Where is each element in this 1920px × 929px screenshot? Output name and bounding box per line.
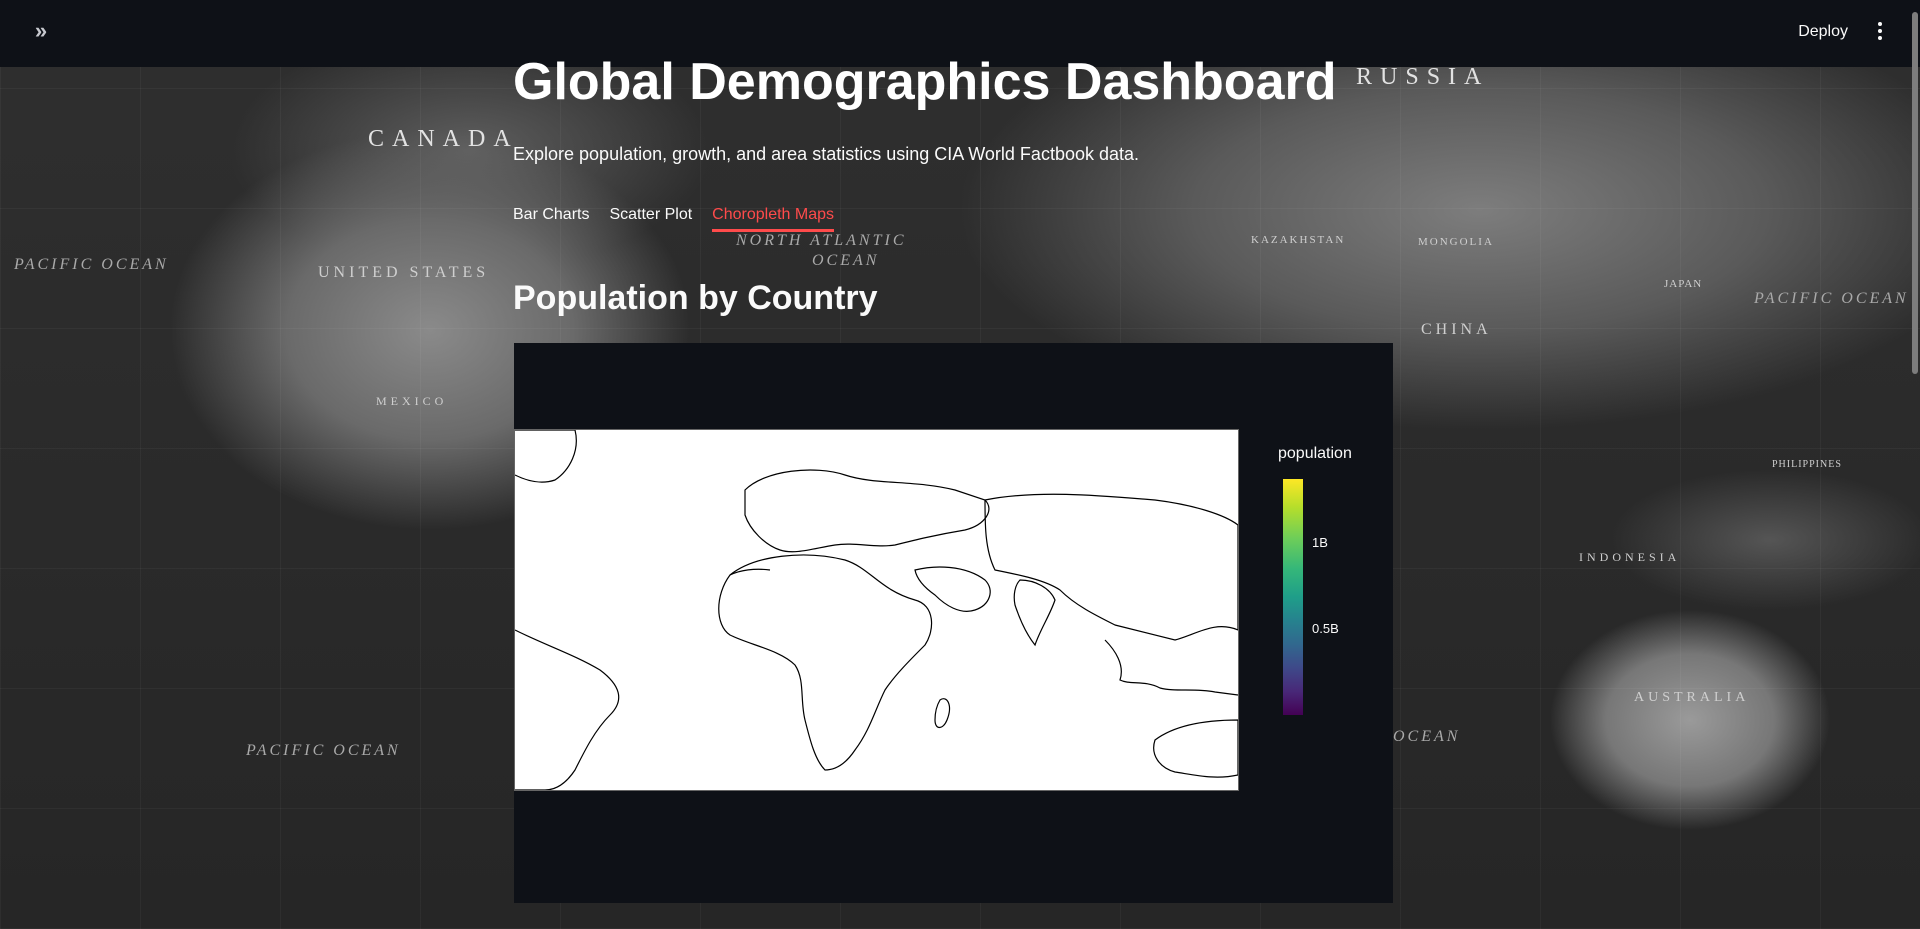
bg-label-philippines: PHILIPPINES xyxy=(1772,459,1842,470)
middle-east-outline xyxy=(914,566,991,612)
asia-outline xyxy=(984,493,1238,641)
southeast-asia-outline xyxy=(1104,639,1238,696)
page-scrollbar[interactable] xyxy=(1912,12,1918,374)
bg-label-mongolia: MONGOLIA xyxy=(1418,236,1494,248)
world-map-outline xyxy=(515,430,1238,790)
bg-label-pacific-ocean-east: PACIFIC OCEAN xyxy=(1754,290,1909,307)
expand-sidebar-icon[interactable]: » xyxy=(26,16,56,46)
colorbar-tick-1b: 1B xyxy=(1312,535,1328,550)
madagascar-outline xyxy=(934,698,951,729)
greenland-outline xyxy=(515,430,577,483)
bg-label-japan: JAPAN xyxy=(1664,278,1703,290)
page-subtitle: Explore population, growth, and area sta… xyxy=(513,144,1140,164)
south-america-outline xyxy=(515,629,620,790)
bg-label-canada: CANADA xyxy=(368,126,519,152)
bg-label-pacific-ocean-south: PACIFIC OCEAN xyxy=(246,742,401,759)
country-outlines xyxy=(515,430,1238,790)
bg-label-ocean: OCEAN xyxy=(812,252,880,269)
bg-label-indonesia: INDONESIA xyxy=(1579,550,1681,564)
bg-label-pacific-ocean-west: PACIFIC OCEAN xyxy=(14,256,169,273)
section-title: Population by Country xyxy=(513,279,878,317)
main-menu-icon[interactable] xyxy=(1870,16,1890,46)
deploy-button[interactable]: Deploy xyxy=(1798,18,1848,46)
menu-dot xyxy=(1878,36,1882,40)
choropleth-chart: population 1B 0.5B xyxy=(514,343,1393,903)
india-outline xyxy=(1013,579,1056,647)
bg-label-russia: RUSSIA xyxy=(1356,64,1490,90)
tab-scatter-plot[interactable]: Scatter Plot xyxy=(609,206,692,232)
bg-label-north-atlantic: NORTH ATLANTIC xyxy=(736,232,907,249)
colorbar-gradient xyxy=(1283,479,1303,715)
tab-bar: Bar Charts Scatter Plot Choropleth Maps xyxy=(513,206,854,232)
bg-label-united-states: UNITED STATES xyxy=(318,264,490,281)
bg-label-australia: AUSTRALIA xyxy=(1634,690,1750,705)
bg-label-china: CHINA xyxy=(1421,321,1492,338)
colorbar-title: population xyxy=(1278,445,1352,462)
australia-outline xyxy=(1153,719,1238,778)
europe-outline xyxy=(744,469,990,553)
bg-label-ocean-2: OCEAN xyxy=(1393,728,1461,745)
tab-bar-charts[interactable]: Bar Charts xyxy=(513,206,589,232)
choropleth-map-area[interactable] xyxy=(514,429,1239,791)
page-title: Global Demographics Dashboard xyxy=(513,53,1337,111)
bg-label-mexico: MEXICO xyxy=(376,394,448,408)
menu-dot xyxy=(1878,22,1882,26)
colorbar-tick-0-5b: 0.5B xyxy=(1312,621,1339,636)
menu-dot xyxy=(1878,29,1882,33)
tab-choropleth-maps[interactable]: Choropleth Maps xyxy=(712,206,834,232)
africa-outline xyxy=(718,554,933,771)
bg-label-kazakhstan: KAZAKHSTAN xyxy=(1251,234,1346,246)
